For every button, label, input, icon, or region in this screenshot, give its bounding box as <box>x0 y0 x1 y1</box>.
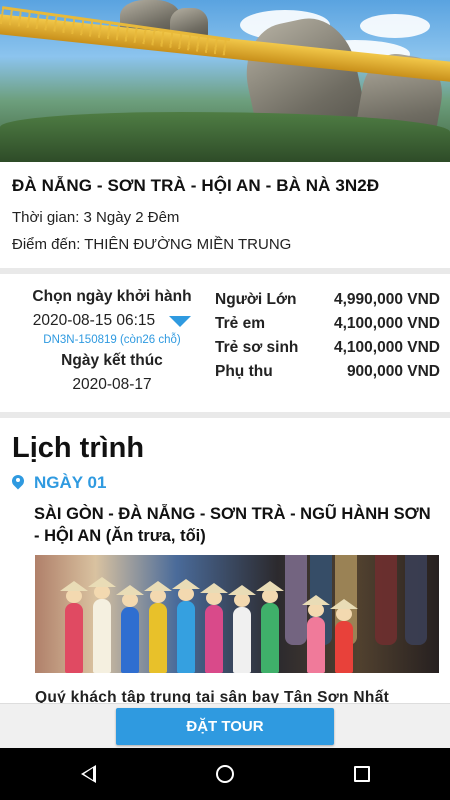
back-triangle-icon[interactable] <box>80 765 96 783</box>
tour-detail-screen: ĐÀ NẴNG - SƠN TRÀ - HỘI AN - BÀ NÀ 3N2Đ … <box>0 0 450 800</box>
day-label: NGÀY 01 <box>34 473 107 492</box>
tour-hero-image <box>0 0 450 162</box>
price-row-child: Trẻ em 4,100,000 VND <box>215 312 440 336</box>
price-row-infant: Trẻ sơ sinh 4,100,000 VND <box>215 336 440 360</box>
price-value: 4,990,000 VND <box>334 291 440 308</box>
price-value: 4,100,000 VND <box>334 315 440 332</box>
section-divider <box>0 268 450 274</box>
end-date-value: 2020-08-17 <box>72 376 152 393</box>
nav-back-button[interactable] <box>58 748 118 800</box>
tour-duration: Thời gian: 3 Ngày 2 Đêm <box>12 209 180 226</box>
day-heading: SÀI GÒN - ĐÀ NẴNG - SƠN TRÀ - NGŨ HÀNH S… <box>34 505 431 545</box>
day-description: Quý khách tập trung tại sân bay Tân Sơn … <box>35 689 390 703</box>
end-date-label: Ngày kết thúc <box>61 352 163 369</box>
price-label: Trẻ em <box>215 315 265 332</box>
price-label: Người Lớn <box>215 291 297 308</box>
tour-summary: ĐÀ NẴNG - SƠN TRÀ - HỘI AN - BÀ NÀ 3N2Đ … <box>0 162 450 268</box>
tour-code-availability: DN3N-150819 (còn26 chỗ) <box>43 334 181 346</box>
start-date-dropdown[interactable]: 2020-08-15 06:15 <box>12 312 212 330</box>
home-circle-icon[interactable] <box>216 765 234 783</box>
price-label: Phụ thu <box>215 363 273 380</box>
price-value: 900,000 VND <box>346 363 440 380</box>
date-selector: Chọn ngày khởi hành 2020-08-15 06:15 DN3… <box>12 288 212 394</box>
day-header: NGÀY 01 <box>12 473 438 493</box>
nav-home-button[interactable] <box>195 748 255 800</box>
price-row-surcharge: Phụ thu 900,000 VND <box>215 360 440 384</box>
booking-section: Chọn ngày khởi hành 2020-08-15 06:15 DN3… <box>0 276 450 412</box>
bottom-action-bar: ĐẶT TOUR <box>0 703 450 748</box>
nav-recents-button[interactable] <box>332 748 392 800</box>
start-date-value[interactable]: 2020-08-15 06:15 <box>33 312 155 330</box>
system-navigation-bar <box>0 748 450 800</box>
map-pin-icon <box>12 475 24 491</box>
start-date-label: Chọn ngày khởi hành <box>32 288 192 305</box>
price-row-adult: Người Lớn 4,990,000 VND <box>215 288 440 312</box>
itinerary-title: Lịch trình <box>12 432 145 464</box>
day-photo <box>35 555 439 673</box>
tour-title: ĐÀ NẴNG - SƠN TRÀ - HỘI AN - BÀ NÀ 3N2Đ <box>12 176 380 195</box>
price-list: Người Lớn 4,990,000 VND Trẻ em 4,100,000… <box>215 288 440 384</box>
itinerary-section[interactable]: Lịch trình NGÀY 01 SÀI GÒN - ĐÀ NẴNG - S… <box>0 418 450 703</box>
price-value: 4,100,000 VND <box>334 339 440 356</box>
book-tour-button[interactable]: ĐẶT TOUR <box>116 708 334 745</box>
recents-square-icon[interactable] <box>354 766 370 782</box>
tour-destination: Điểm đến: THIÊN ĐƯỜNG MIỀN TRUNG <box>12 236 292 253</box>
price-label: Trẻ sơ sinh <box>215 339 299 356</box>
caret-down-icon[interactable] <box>169 315 192 327</box>
